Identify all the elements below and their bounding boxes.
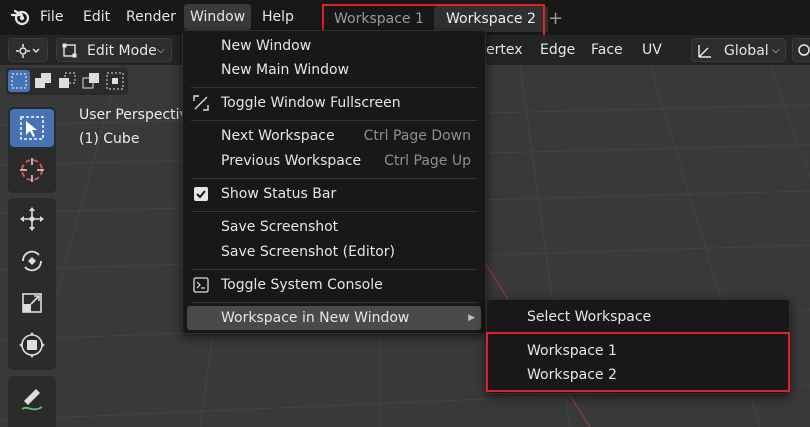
toggle-console-item[interactable]: Toggle System Console [187, 273, 481, 297]
save-screenshot-item[interactable]: Save Screenshot [187, 215, 481, 239]
toggle-console-label: Toggle System Console [221, 277, 383, 293]
edit-mode-icon [62, 43, 77, 58]
menu-file[interactable]: File [34, 4, 69, 30]
show-status-bar-item[interactable]: Show Status Bar [187, 182, 481, 206]
previous-workspace-shortcut: Ctrl Page Up [384, 153, 471, 169]
transform-icon [19, 332, 45, 358]
orientation-label: Global [724, 43, 769, 59]
view-name-label: User Perspective [79, 107, 197, 123]
window-menu-dropdown: New Window New Main Window Toggle Window… [182, 30, 486, 334]
save-screenshot-editor-item[interactable]: Save Screenshot (Editor) [187, 240, 481, 264]
new-window-label: New Window [221, 38, 312, 54]
select-mode-intersect-button[interactable] [104, 70, 126, 92]
add-workspace-button[interactable]: + [548, 6, 563, 32]
menu-separator [191, 87, 477, 88]
show-status-bar-label: Show Status Bar [221, 186, 337, 202]
pivot-icon [798, 44, 810, 56]
menu-separator [191, 269, 477, 270]
next-workspace-label: Next Workspace [221, 128, 335, 144]
previous-workspace-label: Previous Workspace [221, 153, 362, 169]
select-extend-icon [35, 73, 51, 88]
blender-logo-icon[interactable] [10, 7, 30, 27]
select-workspace-label: Select Workspace [527, 309, 652, 325]
select-mode-extend-button[interactable] [32, 70, 54, 92]
move-arrows-icon [20, 207, 44, 231]
object-name-label: (1) Cube [79, 131, 140, 147]
editor-type-button[interactable] [8, 38, 48, 62]
workspace-submenu: Select Workspace Workspace 1 Workspace 2 [486, 299, 790, 394]
editor-type-icon [16, 44, 40, 58]
cursor-tool[interactable] [10, 151, 54, 189]
mode-label: Edit Mode [87, 43, 157, 59]
rotate-tool[interactable] [10, 242, 54, 280]
select-new-icon [11, 73, 27, 89]
select-box-tool[interactable] [10, 109, 54, 147]
select-workspace-item[interactable]: Select Workspace [491, 305, 785, 329]
move-tool[interactable] [10, 200, 54, 238]
workspace-tab-1[interactable]: Workspace 1 [322, 6, 436, 32]
select-box-icon [20, 116, 44, 140]
orientation-axes-icon [698, 45, 711, 58]
toolbar-transform-group [8, 198, 56, 370]
menu-separator [191, 211, 477, 212]
menu-separator [495, 333, 781, 334]
menu-separator [191, 120, 477, 121]
annotate-tool[interactable] [10, 378, 54, 416]
toggle-fullscreen-item[interactable]: Toggle Window Fullscreen [187, 91, 481, 115]
toggle-fullscreen-label: Toggle Window Fullscreen [221, 95, 401, 111]
menu-edit[interactable]: Edit [77, 4, 116, 30]
transform-orientation-selector[interactable]: Global ⌵ [691, 38, 786, 62]
select-invert-icon [82, 73, 99, 89]
menu-uv[interactable]: UV [642, 38, 662, 62]
checkbox-checked-icon[interactable] [193, 186, 209, 202]
rotate-icon [22, 250, 42, 272]
mode-selector[interactable]: Edit Mode ⌵ [56, 38, 172, 62]
menu-window[interactable]: Window [184, 4, 252, 30]
select-mode-new-button[interactable] [8, 70, 30, 92]
submenu-workspace-1-item[interactable]: Workspace 1 [491, 339, 785, 363]
menu-edge[interactable]: Edge [540, 38, 575, 62]
cursor-crosshair-icon [20, 158, 44, 182]
select-subtract-icon [59, 72, 76, 88]
scale-tool[interactable] [10, 284, 54, 322]
submenu-workspace-2-label: Workspace 2 [527, 367, 617, 383]
workspace-in-new-window-label: Workspace in New Window [221, 310, 410, 326]
transform-tool[interactable] [10, 326, 54, 364]
save-screenshot-editor-label: Save Screenshot (Editor) [221, 244, 395, 260]
menu-render[interactable]: Render [120, 4, 182, 30]
select-mode-invert-button[interactable] [80, 70, 102, 92]
submenu-workspace-2-item[interactable]: Workspace 2 [491, 363, 785, 387]
new-main-window-label: New Main Window [221, 62, 350, 78]
workspace-in-new-window-item[interactable]: Workspace in New Window ▶ [187, 306, 481, 330]
menu-help[interactable]: Help [256, 4, 300, 30]
select-mode-subtract-button[interactable] [56, 70, 78, 92]
next-workspace-shortcut: Ctrl Page Down [363, 128, 471, 144]
chevron-down-icon: ⌵ [157, 45, 165, 56]
menu-vertex[interactable]: ertex [486, 38, 523, 62]
scale-icon [22, 293, 42, 313]
next-workspace-item[interactable]: Next Workspace Ctrl Page Down [187, 124, 481, 148]
save-screenshot-label: Save Screenshot [221, 219, 339, 235]
workspace-tab-2[interactable]: Workspace 2 [434, 6, 548, 32]
fullscreen-icon [193, 95, 209, 111]
previous-workspace-item[interactable]: Previous Workspace Ctrl Page Up [187, 149, 481, 173]
new-window-item[interactable]: New Window [187, 34, 481, 58]
select-intersect-icon [106, 72, 124, 90]
new-main-window-item[interactable]: New Main Window [187, 58, 481, 82]
console-icon [193, 277, 209, 293]
submenu-workspace-1-label: Workspace 1 [527, 343, 617, 359]
menu-separator [191, 302, 477, 303]
toolbar-select-group [8, 107, 56, 193]
menu-face[interactable]: Face [591, 38, 623, 62]
pencil-icon [21, 389, 43, 411]
toolbar-annotate-group [8, 376, 56, 427]
pivot-button[interactable] [792, 38, 810, 62]
chevron-down-icon: ⌵ [772, 45, 780, 56]
menu-separator [191, 178, 477, 179]
submenu-arrow-icon: ▶ [468, 313, 475, 323]
select-mode-group [6, 68, 128, 95]
